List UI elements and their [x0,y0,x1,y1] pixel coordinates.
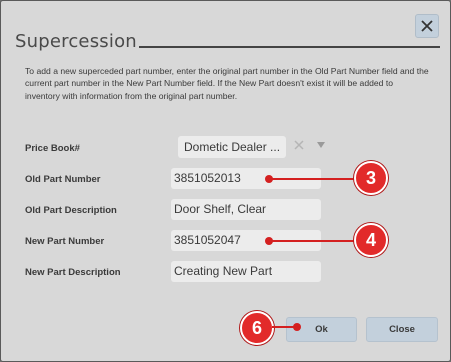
clear-x-icon[interactable] [293,139,305,151]
dialog-header: Supercession [15,31,440,55]
callout-3-badge: 3 [354,161,388,195]
new-part-description-label: New Part Description [25,267,121,278]
old-part-description-field[interactable]: Door Shelf, Clear [171,199,321,220]
price-book-label: Price Book# [25,143,80,154]
dialog-description: To add a new superceded part number, ent… [25,66,429,101]
callout-3-line [269,178,355,180]
close-button[interactable]: Close [366,317,438,342]
new-part-description-field[interactable]: Creating New Part [171,261,321,282]
old-part-description-label: Old Part Description [25,205,117,216]
old-part-number-label: Old Part Number [25,174,101,185]
title-divider [139,46,440,48]
price-book-select[interactable]: Dometic Dealer ... [178,136,286,158]
callout-6-dot [293,323,301,331]
callout-4-badge: 4 [354,223,388,257]
callout-4-line [269,240,355,242]
callout-6-badge: 6 [240,311,274,345]
dialog-title: Supercession [15,31,137,52]
caret-down-icon[interactable] [317,142,325,148]
supercession-dialog: Supercession To add a new superceded par… [0,0,451,362]
new-part-number-label: New Part Number [25,236,105,247]
